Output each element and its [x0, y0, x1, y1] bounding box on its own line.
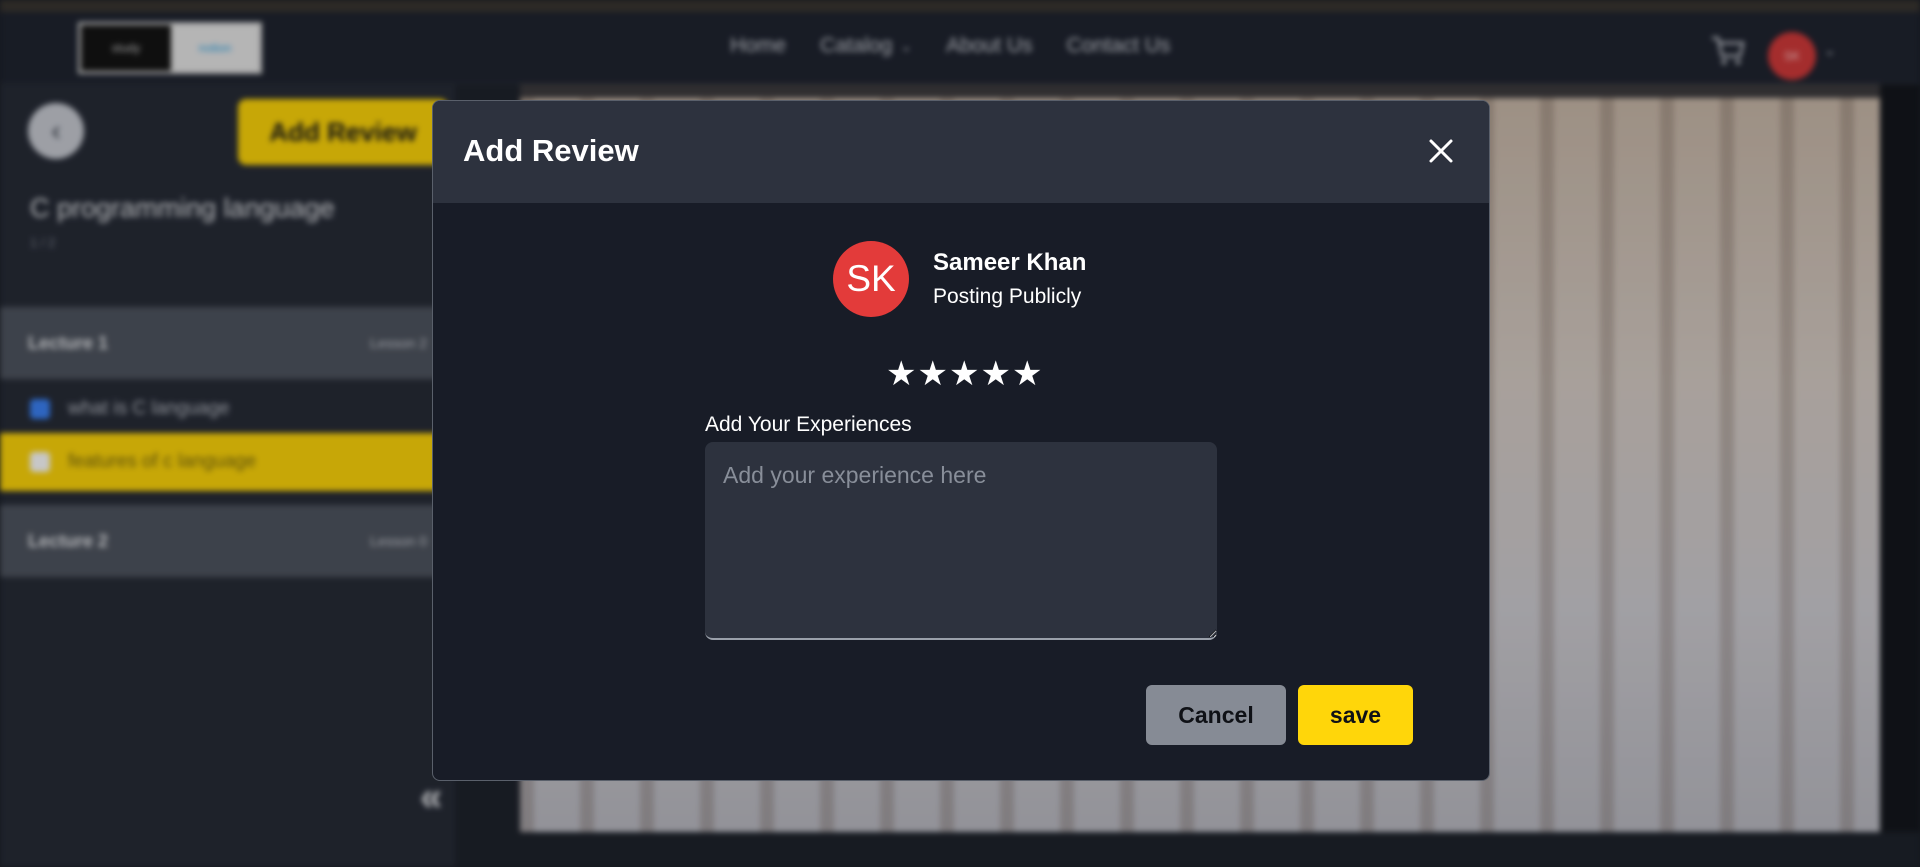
star-icon[interactable]: ★	[886, 357, 916, 391]
experience-label: Add Your Experiences	[705, 413, 912, 436]
avatar: SK	[833, 241, 909, 317]
close-icon	[1429, 139, 1453, 163]
star-icon[interactable]: ★	[980, 357, 1010, 391]
reviewer-text: Sameer Khan Posting Publicly	[933, 249, 1086, 309]
star-rating: ★ ★ ★ ★ ★	[886, 357, 1042, 391]
modal-title: Add Review	[463, 133, 639, 168]
star-icon[interactable]: ★	[949, 357, 979, 391]
star-icon[interactable]: ★	[917, 357, 947, 391]
add-review-modal: Add Review SK Sameer Khan Posting Public…	[432, 100, 1490, 781]
close-button[interactable]	[1423, 133, 1459, 169]
cancel-button[interactable]: Cancel	[1146, 685, 1286, 745]
reviewer-info: SK Sameer Khan Posting Publicly	[833, 241, 1086, 317]
posting-visibility: Posting Publicly	[933, 285, 1082, 308]
modal-header: Add Review	[433, 101, 1489, 203]
experience-textarea[interactable]	[705, 442, 1217, 640]
save-button[interactable]: save	[1298, 685, 1413, 745]
reviewer-name: Sameer Khan	[933, 249, 1087, 276]
star-icon[interactable]: ★	[1012, 357, 1042, 391]
